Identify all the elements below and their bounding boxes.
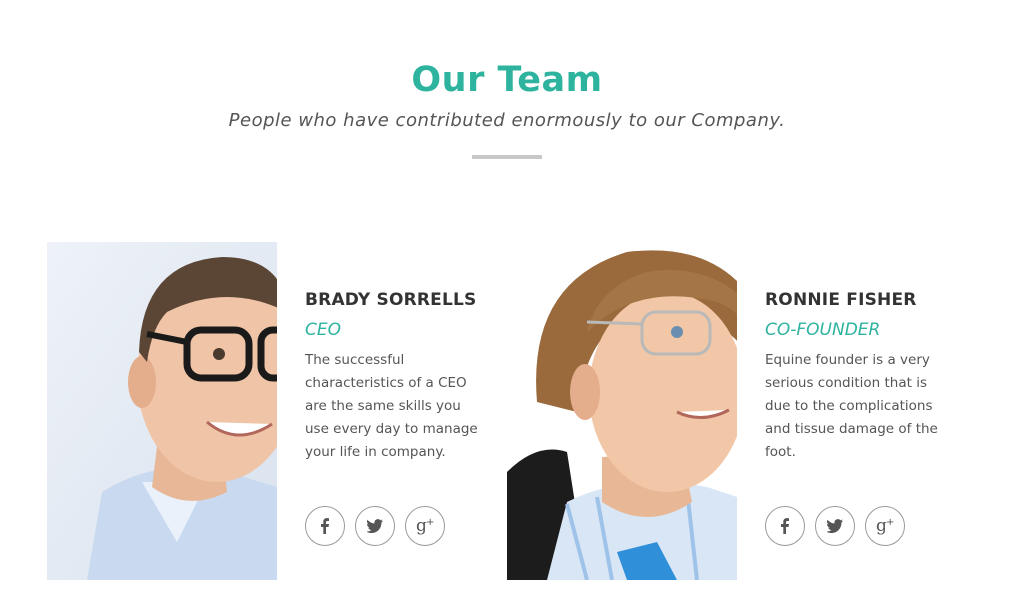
member-bio: Equine founder is a very serious conditi… <box>765 352 938 460</box>
twitter-icon <box>367 519 383 533</box>
google-plus-icon: g + <box>416 517 434 535</box>
facebook-link[interactable] <box>305 506 345 546</box>
section-title: Our Team <box>411 60 603 100</box>
svg-text:+: + <box>426 517 434 528</box>
member-name: RONNIE FISHER <box>765 290 917 310</box>
member-bio: The successful characteristics of a CEO … <box>305 352 478 460</box>
facebook-icon <box>781 518 789 534</box>
member-name: BRADY SORRELLS <box>305 290 477 310</box>
google-plus-icon: g + <box>876 517 894 535</box>
facebook-link[interactable] <box>765 506 805 546</box>
social-links: g + <box>305 506 445 546</box>
member-photo <box>507 242 737 580</box>
facebook-icon <box>321 518 329 534</box>
section-subtitle: People who have contributed enormously t… <box>228 110 786 131</box>
member-info: BRADY SORRELLS CEO The successful charac… <box>305 290 505 464</box>
svg-text:+: + <box>886 517 894 528</box>
title-divider <box>472 155 542 159</box>
member-role: CO-FOUNDER <box>765 320 881 340</box>
twitter-icon <box>827 519 843 533</box>
twitter-link[interactable] <box>815 506 855 546</box>
google-plus-link[interactable]: g + <box>405 506 445 546</box>
google-plus-link[interactable]: g + <box>865 506 905 546</box>
twitter-link[interactable] <box>355 506 395 546</box>
social-links: g + <box>765 506 905 546</box>
member-photo <box>47 242 277 580</box>
member-role: CEO <box>305 320 341 340</box>
member-info: RONNIE FISHER CO-FOUNDER Equine founder … <box>765 290 965 464</box>
